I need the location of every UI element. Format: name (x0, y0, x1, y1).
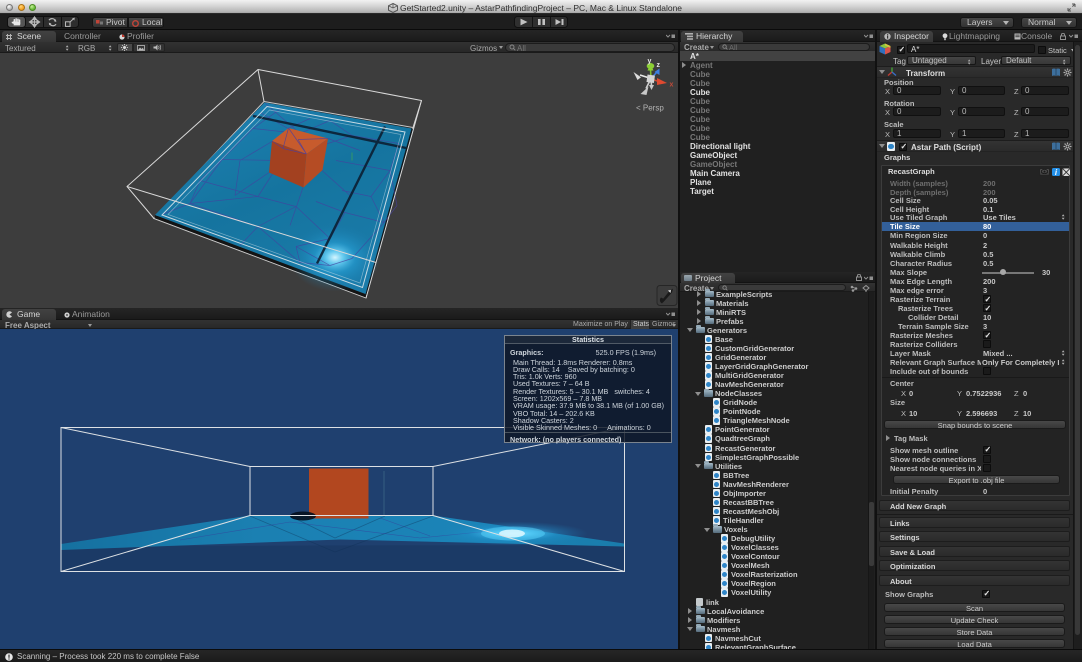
svg-text:< Persp: < Persp (636, 103, 664, 112)
svg-text:y: y (648, 58, 652, 65)
svg-text:z: z (657, 62, 661, 69)
svg-text:x: x (670, 81, 674, 88)
